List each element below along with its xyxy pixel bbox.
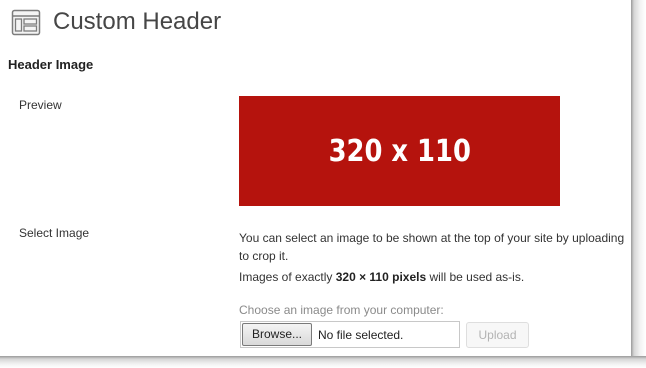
choose-image-label: Choose an image from your computer: (239, 303, 444, 317)
select-image-label: Select Image (19, 226, 90, 240)
browse-button[interactable]: Browse... (242, 323, 312, 346)
image-size-note: Images of exactly 320 × 110 pixels will … (239, 270, 524, 284)
preview-label: Preview (19, 98, 62, 112)
preview-image-text: 320 x 110 (328, 133, 471, 169)
image-size-prefix: Images of exactly (239, 270, 336, 284)
screenshot-shadow-bottom (0, 356, 646, 368)
select-image-description-line2: to crop it. (239, 249, 289, 263)
screenshot-shadow-right (631, 0, 646, 368)
image-size-suffix: will be used as-is. (426, 270, 525, 284)
select-image-description-line1: You can select an image to be shown at t… (239, 231, 625, 245)
file-status-text: No file selected. (318, 328, 404, 342)
section-title: Header Image (8, 57, 94, 72)
image-size-value: 320 × 110 pixels (335, 270, 427, 284)
header-image-preview: 320 x 110 (239, 96, 560, 206)
custom-header-screen: Custom Header Header Image Preview 320 x… (0, 0, 631, 356)
page-title: Custom Header (53, 8, 222, 35)
upload-button[interactable]: Upload (466, 322, 529, 348)
appearance-layout-icon (11, 9, 41, 36)
